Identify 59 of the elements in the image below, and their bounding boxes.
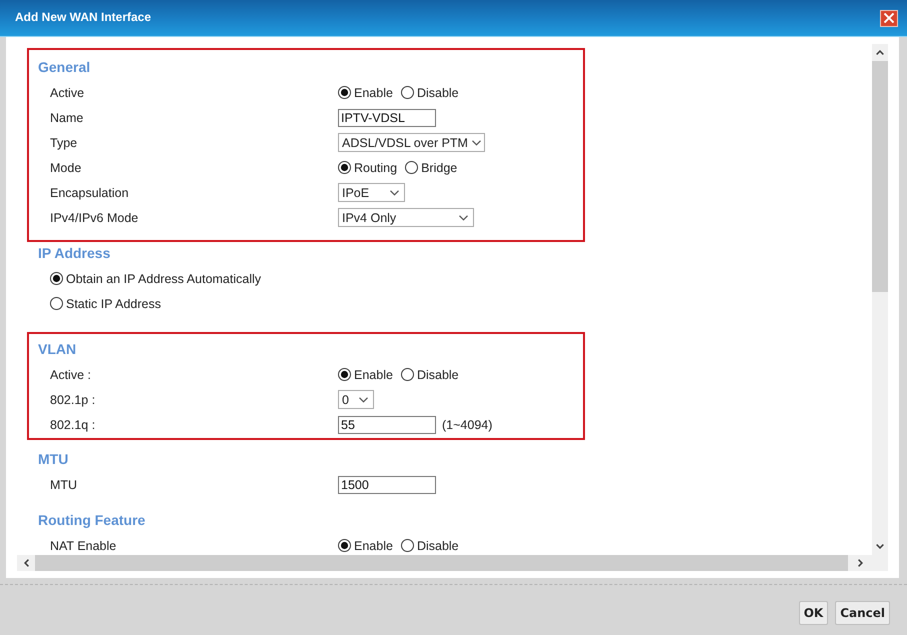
section-heading: General xyxy=(38,58,90,76)
section-heading: Routing Feature xyxy=(38,511,146,529)
dialog-button[interactable]: Cancel xyxy=(835,601,890,625)
field-label: 802.1p : xyxy=(50,392,96,406)
radio-option[interactable]: Disable xyxy=(400,538,459,552)
radio-option[interactable]: Routing xyxy=(338,160,398,174)
field-label: MTU xyxy=(50,478,78,492)
dropdown[interactable]: IPv4 Only xyxy=(338,208,474,227)
field-label: Type xyxy=(50,136,78,150)
chevron-down-icon xyxy=(390,190,399,196)
close-button[interactable] xyxy=(880,10,898,26)
radio-button[interactable] xyxy=(338,539,351,552)
text-field[interactable]: IPTV-VDSL xyxy=(338,108,436,126)
radio-option[interactable]: Static IP Address xyxy=(50,296,161,310)
radio-button[interactable] xyxy=(405,161,418,174)
radio-button[interactable] xyxy=(50,297,63,310)
chevron-down-icon xyxy=(359,396,368,402)
radio-option[interactable]: Obtain an IP Address Automatically xyxy=(50,272,262,286)
radio-button[interactable] xyxy=(400,368,414,381)
scrollbar-thumb[interactable] xyxy=(872,61,888,292)
section-heading: VLAN xyxy=(38,340,76,358)
radio-option[interactable]: Bridge xyxy=(405,160,458,174)
radio-button[interactable] xyxy=(400,539,414,552)
chevron-right-icon xyxy=(858,559,862,567)
radio-button[interactable] xyxy=(338,86,351,99)
field-label: Name xyxy=(50,110,84,124)
range-hint: (1~4094) xyxy=(442,418,492,432)
field-label: Mode xyxy=(50,160,82,174)
radio-button[interactable] xyxy=(338,161,351,174)
radio-button[interactable] xyxy=(400,86,414,99)
radio-option[interactable]: Disable xyxy=(400,368,459,382)
radio-option[interactable]: Enable xyxy=(338,368,393,382)
field-label: IPv4/IPv6 Mode xyxy=(50,210,138,224)
radio-button[interactable] xyxy=(338,368,351,381)
chevron-down-icon xyxy=(876,544,884,549)
window-title: Add New WAN Interface xyxy=(15,10,152,24)
section-heading: IP Address xyxy=(38,244,110,262)
vertical-scrollbar[interactable] xyxy=(872,44,888,555)
field-label: NAT Enable xyxy=(50,538,116,552)
dropdown[interactable]: 0 xyxy=(338,390,374,409)
chevron-up-icon xyxy=(876,50,884,55)
chevron-down-icon xyxy=(459,214,468,220)
dropdown[interactable]: ADSL/VDSL over PTM xyxy=(338,133,485,152)
radio-button[interactable] xyxy=(50,272,63,285)
field-label: Encapsulation xyxy=(50,186,129,200)
field-label: Active : xyxy=(50,368,91,382)
field-label: Active xyxy=(50,86,84,100)
close-icon xyxy=(884,13,894,23)
chevron-down-icon xyxy=(472,140,481,146)
chevron-left-icon xyxy=(24,559,28,567)
text-field[interactable]: 55 xyxy=(338,416,436,434)
section-heading: MTU xyxy=(38,450,68,468)
radio-option[interactable]: Enable xyxy=(338,538,393,552)
radio-option[interactable]: Disable xyxy=(400,86,459,100)
radio-option[interactable]: Enable xyxy=(338,86,393,100)
dialog-button[interactable]: OK xyxy=(798,601,828,625)
field-label: 802.1q : xyxy=(50,418,96,432)
text-field[interactable]: 1500 xyxy=(338,476,436,494)
dropdown[interactable]: IPoE xyxy=(338,183,405,202)
